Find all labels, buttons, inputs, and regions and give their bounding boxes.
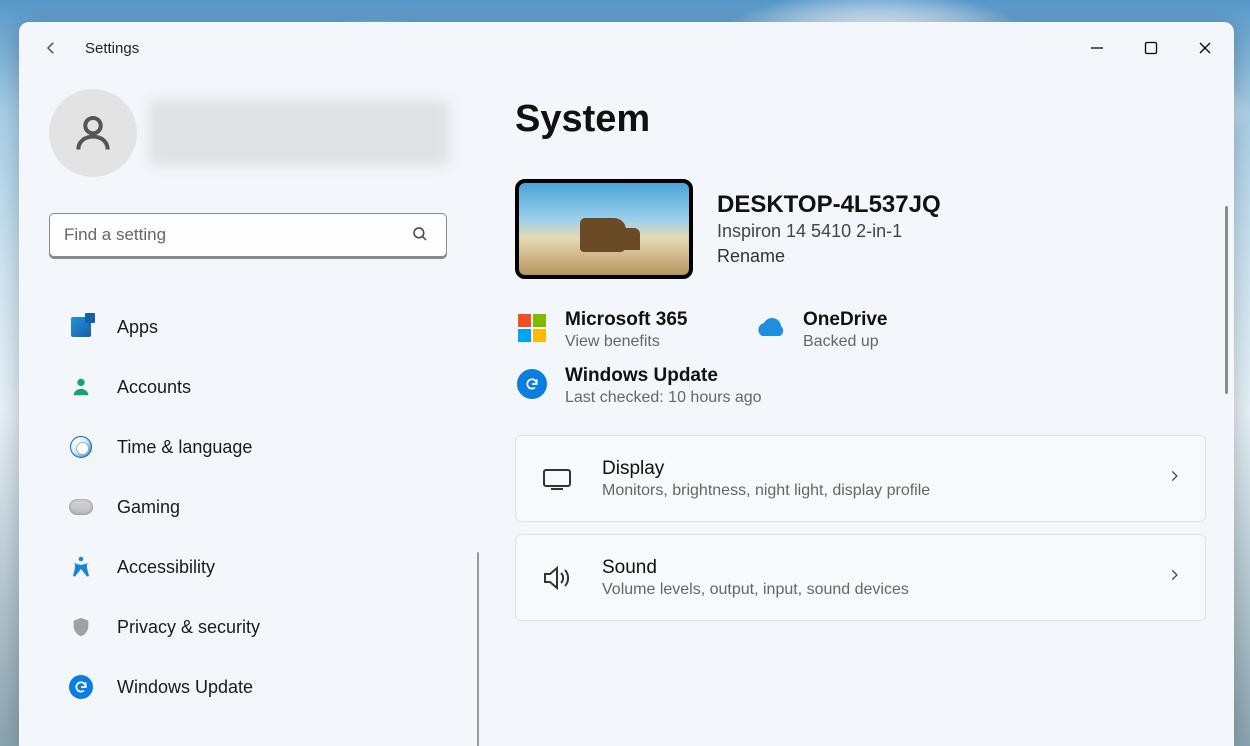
chevron-right-icon	[1167, 568, 1181, 587]
titlebar: Settings	[19, 22, 1234, 74]
rename-link[interactable]: Rename	[717, 246, 941, 267]
setting-desc: Monitors, brightness, night light, displ…	[602, 482, 930, 500]
setting-row-sound[interactable]: Sound Volume levels, output, input, soun…	[515, 534, 1206, 621]
settings-list: Display Monitors, brightness, night ligh…	[515, 435, 1206, 621]
close-button[interactable]	[1196, 39, 1214, 57]
sidebar-item-label: Accessibility	[117, 557, 215, 578]
sidebar-item-windows-update[interactable]: Windows Update	[49, 657, 449, 717]
avatar	[49, 89, 137, 177]
setting-desc: Volume levels, output, input, sound devi…	[602, 581, 909, 599]
sidebar-item-accessibility[interactable]: Accessibility	[49, 537, 449, 597]
accounts-icon	[69, 375, 93, 399]
status-title: OneDrive	[803, 309, 887, 331]
profile-section[interactable]	[49, 89, 449, 177]
sidebar-item-label: Accounts	[117, 377, 191, 398]
device-thumbnail	[515, 179, 693, 279]
search-icon	[411, 225, 429, 248]
maximize-button[interactable]	[1142, 39, 1160, 57]
status-windows-update[interactable]: Windows Update Last checked: 10 hours ag…	[515, 365, 762, 407]
sound-icon	[540, 561, 574, 595]
back-button[interactable]	[39, 36, 63, 60]
sidebar-item-accounts[interactable]: Accounts	[49, 357, 449, 417]
sidebar-item-label: Privacy & security	[117, 617, 260, 638]
status-title: Windows Update	[565, 365, 762, 387]
setting-title: Display	[602, 458, 930, 480]
search-input[interactable]	[49, 213, 447, 257]
setting-title: Sound	[602, 557, 909, 579]
window-controls	[1088, 39, 1214, 57]
sidebar-item-gaming[interactable]: Gaming	[49, 477, 449, 537]
main-content: System DESKTOP-4L537JQ Inspiron 14 5410 …	[479, 74, 1234, 746]
microsoft365-icon	[515, 311, 549, 345]
sidebar-item-apps[interactable]: Apps	[49, 297, 449, 357]
status-onedrive[interactable]: OneDrive Backed up	[753, 309, 963, 351]
sidebar: Apps Accounts Time & language Gaming Acc…	[19, 74, 479, 746]
sidebar-item-privacy-security[interactable]: Privacy & security	[49, 597, 449, 657]
accessibility-icon	[69, 555, 93, 579]
status-subtitle: Backed up	[803, 333, 887, 351]
profile-name-redacted	[149, 100, 449, 166]
onedrive-icon	[753, 311, 787, 345]
status-title: Microsoft 365	[565, 309, 687, 331]
setting-row-display[interactable]: Display Monitors, brightness, night ligh…	[515, 435, 1206, 522]
status-subtitle: View benefits	[565, 333, 687, 351]
display-icon	[540, 462, 574, 496]
chevron-right-icon	[1167, 469, 1181, 488]
device-model: Inspiron 14 5410 2-in-1	[717, 221, 941, 242]
privacy-icon	[69, 615, 93, 639]
minimize-button[interactable]	[1088, 39, 1106, 57]
settings-window: Settings Apps	[19, 22, 1234, 746]
sidebar-item-label: Windows Update	[117, 677, 253, 698]
search-wrap	[49, 213, 449, 257]
status-subtitle: Last checked: 10 hours ago	[565, 389, 762, 407]
time-language-icon	[69, 435, 93, 459]
sidebar-item-label: Time & language	[117, 437, 252, 458]
device-name: DESKTOP-4L537JQ	[717, 191, 941, 219]
sidebar-item-time-language[interactable]: Time & language	[49, 417, 449, 477]
status-microsoft365[interactable]: Microsoft 365 View benefits	[515, 309, 725, 351]
sidebar-item-label: Apps	[117, 317, 158, 338]
windows-update-icon	[69, 675, 93, 699]
gaming-icon	[69, 495, 93, 519]
nav-list: Apps Accounts Time & language Gaming Acc…	[49, 297, 449, 717]
sidebar-item-label: Gaming	[117, 497, 180, 518]
page-title: System	[515, 98, 1206, 141]
apps-icon	[69, 315, 93, 339]
main-scroll-indicator[interactable]	[1225, 206, 1228, 394]
device-summary: DESKTOP-4L537JQ Inspiron 14 5410 2-in-1 …	[515, 179, 1206, 279]
window-title: Settings	[85, 40, 139, 57]
windows-update-status-icon	[515, 367, 549, 401]
